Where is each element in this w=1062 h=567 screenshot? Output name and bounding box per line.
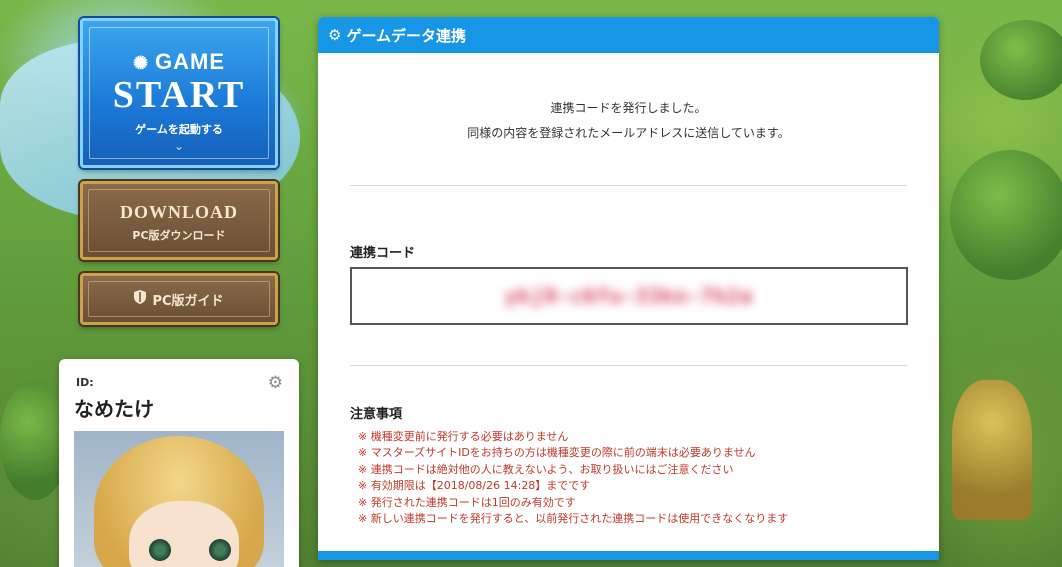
- avatar: [74, 431, 284, 567]
- download-button[interactable]: DOWNLOAD PC版ダウンロード: [80, 181, 278, 260]
- note-item: ※ 機種変更前に発行する必要はありません: [358, 430, 569, 443]
- download-title: DOWNLOAD: [119, 202, 238, 222]
- background-robot-tower: [952, 380, 1032, 520]
- download-sub-label: PC版ダウンロード: [132, 229, 226, 242]
- message-line-2: 同様の内容を登録されたメールアドレスに送信しています。: [467, 126, 790, 140]
- gear-icon: ⚙: [328, 26, 342, 44]
- note-item: ※ マスターズサイトIDをお持ちの方は機種変更の際に前の端末は必要ありません: [358, 446, 756, 460]
- link-code-label: 連携コード: [350, 246, 416, 261]
- pc-guide-label: PC版ガイド: [152, 293, 224, 309]
- shield-icon: [134, 290, 147, 308]
- background-tree: [950, 150, 1062, 280]
- mascot-icon: ✺: [132, 53, 150, 73]
- panel-footer-bar: [318, 551, 939, 560]
- pc-guide-button[interactable]: PC版ガイド: [80, 273, 278, 325]
- divider: [350, 185, 907, 186]
- profile-card: ID: ⚙ なめたけ: [59, 359, 299, 567]
- panel-header: ⚙ ゲームデータ連携: [318, 17, 939, 53]
- panel-title: ゲームデータ連携: [346, 26, 467, 45]
- user-name: なめたけ: [74, 397, 154, 421]
- gear-icon[interactable]: ⚙: [268, 373, 283, 393]
- start-sub-label: ゲームを起動する: [135, 123, 223, 136]
- start-game-label: ✺ GAME: [132, 49, 226, 74]
- link-code-value[interactable]: ykj9-c6fu-33kn-7h2a: [505, 284, 753, 308]
- link-code-box[interactable]: ykj9-c6fu-33kn-7h2a: [350, 267, 908, 325]
- notes-title: 注意事項: [350, 407, 403, 422]
- divider: [350, 365, 907, 366]
- note-item: ※ 有効期限は【2018/08/26 14:28】までです: [358, 479, 591, 493]
- start-label: START: [112, 74, 246, 116]
- message-line-1: 連携コードを発行しました。: [550, 101, 707, 115]
- notes-list: ※ 機種変更前に発行する必要はありません ※ マスターズサイトIDをお持ちの方は…: [358, 429, 788, 527]
- note-item: ※ 連携コードは絶対他の人に教えないよう、お取り扱いにはご注意ください: [358, 462, 734, 476]
- id-label: ID:: [76, 376, 94, 389]
- game-start-button[interactable]: ✺ GAME START ゲームを起動する ⌄: [80, 18, 278, 168]
- avatar-right-eye: [209, 539, 231, 561]
- chevron-down-icon: ⌄: [173, 139, 185, 153]
- game-data-link-panel: ⚙ ゲームデータ連携 連携コードを発行しました。 同様の内容を登録されたメールア…: [318, 17, 939, 560]
- note-item: ※ 発行された連携コードは1回のみ有効です: [358, 495, 576, 509]
- background-tree: [980, 20, 1062, 100]
- avatar-left-eye: [149, 539, 171, 561]
- note-item: ※ 新しい連携コードを発行すると、以前発行された連携コードは使用できなくなります: [358, 512, 789, 526]
